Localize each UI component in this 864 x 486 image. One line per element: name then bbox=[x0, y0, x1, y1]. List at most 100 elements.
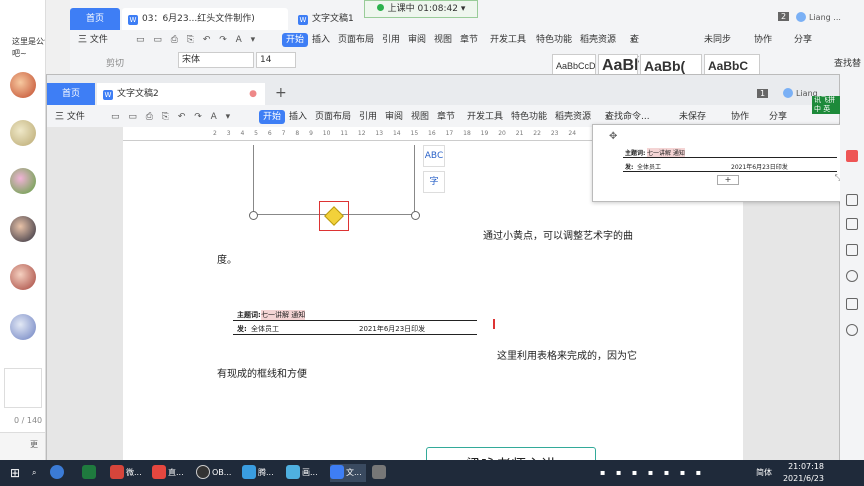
clock-time: 21:07:18 bbox=[788, 462, 824, 471]
back-menu-resource[interactable]: 稻壳资源 bbox=[580, 30, 616, 50]
back-menu-dev[interactable]: 开发工具 bbox=[490, 30, 526, 50]
back-menu-start[interactable]: 开始 bbox=[282, 33, 309, 47]
taskbar-app-live[interactable]: 直... bbox=[152, 464, 184, 482]
front-menu-dev[interactable]: 开发工具 bbox=[467, 107, 503, 127]
chat-panel: 这里是公告栏, 吧~ 0 / 140 更 bbox=[0, 0, 46, 460]
table-row2-value: 全体员工 bbox=[251, 325, 279, 333]
doc-table[interactable]: 主题词: 七一讲解 通知 发: 全体员工 2021年6月23日印发 bbox=[233, 309, 477, 339]
back-badge-num: 2 bbox=[778, 12, 790, 21]
avatar[interactable] bbox=[10, 264, 36, 290]
taskbar-item-label: 文... bbox=[346, 468, 362, 477]
sidebar-shape-icon[interactable] bbox=[846, 194, 858, 206]
back-toolbar-icons[interactable]: ▭ ▭ ⎙ ⎘ ↶ ↷ A ▾ bbox=[136, 30, 258, 50]
tray-icons[interactable]: ▪ ▪ ▪ ▪ ▪ ▪ ▪ bbox=[600, 464, 705, 482]
sidebar-user-icon[interactable] bbox=[846, 150, 858, 162]
shape-handle-right[interactable] bbox=[411, 211, 420, 220]
new-tab-icon[interactable]: + bbox=[275, 85, 287, 101]
front-menu-insert[interactable]: 插入 bbox=[289, 107, 307, 127]
sidebar-question-icon[interactable] bbox=[846, 324, 858, 336]
chat-bottom-bar[interactable]: 更 bbox=[0, 432, 45, 460]
timer-label: 上课中 01:08:42 bbox=[387, 4, 458, 14]
back-tab-home[interactable]: 首页 bbox=[70, 8, 120, 30]
taskbar-item-label: 直... bbox=[168, 468, 184, 477]
chat-input[interactable] bbox=[4, 368, 42, 408]
preview-row1-label: 主题词: bbox=[625, 150, 646, 157]
taskbar-app-misc[interactable] bbox=[372, 464, 388, 482]
back-menu-sync[interactable]: 未同步 bbox=[704, 30, 731, 50]
start-button[interactable]: ⊞ bbox=[10, 464, 20, 482]
ime-indicator[interactable]: 简体 bbox=[756, 464, 772, 482]
back-menu-coop[interactable]: 协作 bbox=[754, 30, 772, 50]
taskbar-search-icon[interactable]: ⌕ bbox=[32, 464, 36, 482]
preview-row2-date: 2021年6月23日印发 bbox=[731, 164, 788, 171]
back-tab-doc2-label: 文字文稿1 bbox=[312, 14, 354, 24]
back-menu-special[interactable]: 特色功能 bbox=[536, 30, 572, 50]
taskbar-app-wps[interactable]: 文... bbox=[330, 464, 366, 482]
front-tab-home[interactable]: 首页 bbox=[47, 83, 95, 105]
front-tab-doc-label: 文字文稿2 bbox=[117, 89, 159, 99]
char-counter: 0 / 140 bbox=[14, 416, 43, 425]
taskbar-app-obs[interactable]: OB... bbox=[196, 464, 231, 482]
curve-adjust-handle[interactable] bbox=[324, 206, 344, 226]
front-menu-view[interactable]: 视图 bbox=[411, 107, 429, 127]
front-menu-resource[interactable]: 稻壳资源 bbox=[555, 107, 591, 127]
back-menu-layout[interactable]: 页面布局 bbox=[338, 30, 374, 50]
back-menu-ref[interactable]: 引用 bbox=[382, 30, 400, 50]
add-row-button[interactable]: + bbox=[717, 175, 739, 185]
table-row1-value: 七一讲解 通知 bbox=[261, 310, 306, 320]
front-toolbar-icons[interactable]: ▭ ▭ ⎙ ⎘ ↶ ↷ A ▾ bbox=[111, 107, 233, 127]
avatar[interactable] bbox=[10, 72, 36, 98]
back-user-name: Liang ... bbox=[809, 13, 841, 22]
back-user[interactable]: Liang ... bbox=[796, 12, 841, 22]
front-menu-file[interactable]: 三 文件 bbox=[55, 107, 85, 127]
table-row-1: 主题词: 七一讲解 通知 bbox=[233, 309, 477, 321]
doc-line-4: 有现成的框线和方便 bbox=[217, 369, 307, 380]
curve-adjust-highlight bbox=[319, 201, 349, 231]
back-tab-doc1[interactable]: W 03：6月23...红头文件制作) bbox=[122, 8, 288, 30]
sidebar-style-icon[interactable] bbox=[846, 218, 858, 230]
back-menu-chapter[interactable]: 章节 bbox=[460, 30, 478, 50]
text-cursor bbox=[493, 319, 495, 329]
front-menu-ref[interactable]: 引用 bbox=[359, 107, 377, 127]
back-menu-bar: 三 文件 ▭ ▭ ⎙ ⎘ ↶ ↷ A ▾ 开始 插入 页面布局 引用 审阅 视图… bbox=[70, 30, 864, 105]
tencent-icon bbox=[242, 465, 256, 479]
back-ribbon-font[interactable]: 宋体 bbox=[178, 52, 254, 68]
back-menu-review[interactable]: 审阅 bbox=[408, 30, 426, 50]
back-menu-view[interactable]: 视图 bbox=[434, 30, 452, 50]
taskbar-app-excel[interactable] bbox=[82, 464, 98, 482]
back-menu-share[interactable]: 分享 bbox=[794, 30, 812, 50]
front-menu-chapter[interactable]: 章节 bbox=[437, 107, 455, 127]
back-ribbon-find[interactable]: 查找替 bbox=[834, 56, 861, 69]
taskbar-app-wechat[interactable]: 微... bbox=[110, 464, 142, 482]
wps-doc-icon: W bbox=[128, 15, 138, 25]
taskbar: ⊞ ⌕ 微... 直... OB... 腾... 画... 文... ▪ ▪ ▪… bbox=[0, 460, 864, 486]
avatar[interactable] bbox=[10, 216, 36, 242]
spellcheck-tool[interactable]: ABC bbox=[423, 145, 445, 167]
sidebar-help-icon[interactable] bbox=[846, 270, 858, 282]
back-menu-file[interactable]: 三 文件 bbox=[78, 30, 108, 50]
sidebar-lock-icon[interactable] bbox=[846, 244, 858, 256]
avatar[interactable] bbox=[10, 120, 36, 146]
front-menu-review[interactable]: 审阅 bbox=[385, 107, 403, 127]
table-preview-popup[interactable]: ✥ 主题词: 七一讲解 通知 发: 全体员工 2021年6月23日印发 + ⤡ bbox=[592, 124, 846, 202]
taskbar-app-tencent[interactable]: 腾... bbox=[242, 464, 274, 482]
taskbar-app-paint[interactable]: 画... bbox=[286, 464, 318, 482]
front-menu-layout[interactable]: 页面布局 bbox=[315, 107, 351, 127]
back-ribbon-cut[interactable]: 剪切 bbox=[106, 56, 124, 69]
back-menu-insert[interactable]: 插入 bbox=[312, 30, 330, 50]
shape-handle-left[interactable] bbox=[249, 211, 258, 220]
user-avatar-icon bbox=[783, 88, 793, 98]
system-clock[interactable]: 21:07:18 2021/6/23 bbox=[783, 461, 824, 485]
front-menu-start[interactable]: 开始 bbox=[259, 110, 286, 124]
char-tool[interactable]: 字 bbox=[423, 171, 445, 193]
avatar[interactable] bbox=[10, 168, 36, 194]
close-icon[interactable]: ● bbox=[249, 83, 257, 105]
taskbar-app-sougou[interactable] bbox=[50, 464, 66, 482]
front-tab-doc[interactable]: W 文字文稿2 ● bbox=[97, 83, 265, 105]
back-ribbon-size[interactable]: 14 bbox=[256, 52, 296, 68]
front-menu-special[interactable]: 特色功能 bbox=[511, 107, 547, 127]
class-timer[interactable]: 上课中 01:08:42 ▾ bbox=[364, 0, 478, 18]
move-icon[interactable]: ✥ bbox=[609, 131, 617, 142]
avatar[interactable] bbox=[10, 314, 36, 340]
sidebar-backup-icon[interactable] bbox=[846, 298, 858, 310]
